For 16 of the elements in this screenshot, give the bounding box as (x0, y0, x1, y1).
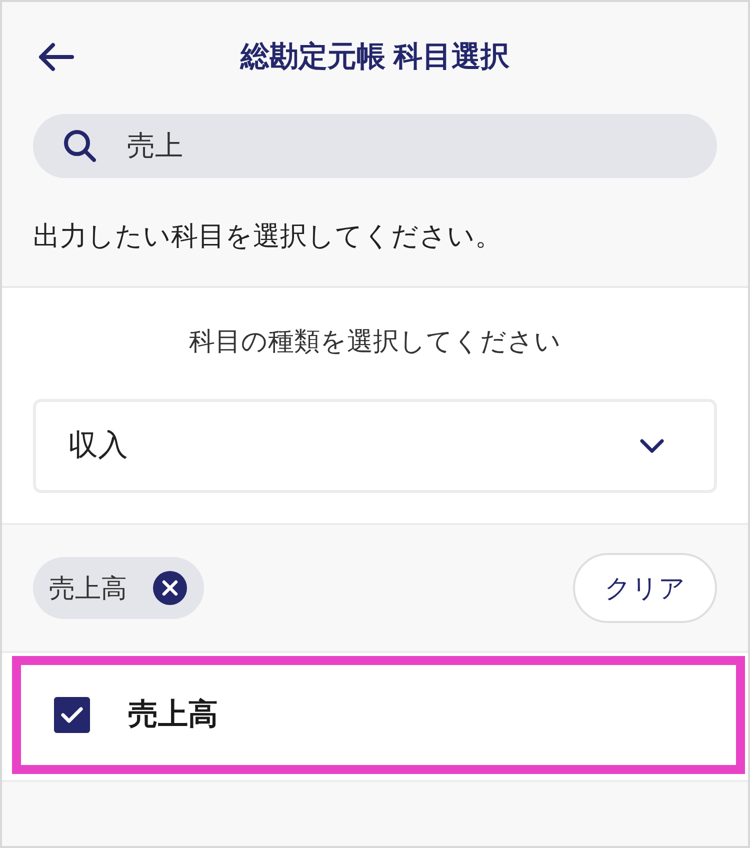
page-title: 総勘定元帳 科目選択 (238, 40, 511, 75)
account-row[interactable]: 売上高 (12, 656, 745, 774)
chevron-down-icon (640, 439, 664, 453)
search-field[interactable]: 売上 (33, 114, 717, 178)
clear-button[interactable]: クリア (573, 553, 717, 623)
checkbox[interactable] (54, 697, 90, 733)
instruction-text: 出力したい科目を選択してください。 (33, 220, 503, 253)
back-arrow-icon (38, 42, 74, 72)
search-icon (63, 129, 97, 163)
check-icon (60, 706, 84, 724)
category-label: 科目の種類を選択してください (188, 325, 562, 358)
search-value: 売上 (127, 129, 183, 163)
close-icon[interactable] (153, 571, 187, 605)
category-select[interactable]: 収入 (33, 399, 717, 493)
chip-label: 売上高 (49, 572, 127, 605)
account-label: 売上高 (128, 696, 218, 733)
